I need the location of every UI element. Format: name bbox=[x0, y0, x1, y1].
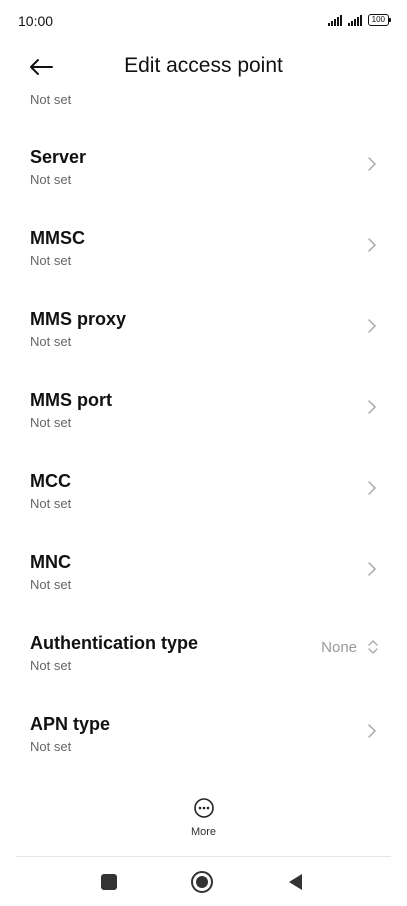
list-item-title: Server bbox=[30, 147, 87, 167]
nav-divider bbox=[16, 856, 391, 857]
battery-icon: 100 bbox=[367, 14, 392, 26]
list-item-mms-port[interactable]: MMS port Not set bbox=[0, 390, 407, 471]
list-item-apn-type[interactable]: APN type Not set bbox=[0, 714, 407, 795]
list-item-subtitle: Not set bbox=[30, 739, 72, 754]
list-item-subtitle: Not set bbox=[30, 415, 72, 430]
signal-icon bbox=[327, 14, 342, 26]
list-item-subtitle: Not set bbox=[30, 658, 72, 673]
more-label: More bbox=[190, 826, 217, 838]
list-item-title: MNC bbox=[30, 552, 71, 572]
status-icons: 100 bbox=[327, 14, 392, 26]
more-icon bbox=[193, 798, 214, 818]
navigation-bar bbox=[0, 858, 407, 906]
list-item-subtitle: Not set bbox=[30, 496, 72, 511]
list-item-mcc[interactable]: MCC Not set bbox=[0, 471, 407, 552]
list-item-title: APN type bbox=[30, 714, 111, 734]
more-button[interactable]: More bbox=[0, 797, 407, 838]
authentication-type-value: None bbox=[321, 639, 357, 656]
chevron-right-icon bbox=[368, 157, 377, 171]
list-item-mmsc[interactable]: MMSC Not set bbox=[0, 228, 407, 309]
battery-level: 100 bbox=[371, 15, 385, 24]
list-item-subtitle: Not set bbox=[30, 253, 72, 268]
home-button[interactable] bbox=[190, 870, 214, 894]
chevron-right-icon bbox=[368, 562, 377, 576]
chevron-right-icon bbox=[368, 724, 377, 738]
clipped-item-subtitle: Not set bbox=[30, 92, 72, 107]
list-item-title: Authentication type bbox=[30, 633, 199, 653]
list-item-mnc[interactable]: MNC Not set bbox=[0, 552, 407, 633]
app-header: Edit access point bbox=[0, 44, 407, 90]
list-item-authentication-type[interactable]: Authentication type Not set None bbox=[0, 633, 407, 714]
chevron-right-icon bbox=[368, 238, 377, 252]
updown-icon bbox=[368, 640, 378, 654]
list-item-subtitle: Not set bbox=[30, 334, 72, 349]
list-item-title: MMSC bbox=[30, 228, 85, 248]
signal-icon-2 bbox=[347, 14, 362, 26]
status-time: 10:00 bbox=[18, 13, 54, 29]
nav-back-button[interactable] bbox=[283, 870, 307, 894]
list-item-mms-proxy[interactable]: MMS proxy Not set bbox=[0, 309, 407, 390]
list-item-server[interactable]: Server Not set bbox=[0, 147, 407, 228]
chevron-right-icon bbox=[368, 481, 377, 495]
recents-button[interactable] bbox=[97, 870, 121, 894]
back-icon bbox=[289, 874, 302, 890]
page-title: Edit access point bbox=[124, 54, 283, 77]
list-item-subtitle: Not set bbox=[30, 172, 72, 187]
list-item-title: MMS port bbox=[30, 390, 112, 410]
home-icon bbox=[191, 871, 213, 893]
chevron-right-icon bbox=[368, 400, 377, 414]
list-item-title: MMS proxy bbox=[30, 309, 127, 329]
status-bar: 10:00 100 bbox=[0, 0, 407, 44]
recents-icon bbox=[101, 874, 117, 890]
list-item-subtitle: Not set bbox=[30, 577, 72, 592]
chevron-right-icon bbox=[368, 319, 377, 333]
list-item-title: MCC bbox=[30, 471, 71, 491]
